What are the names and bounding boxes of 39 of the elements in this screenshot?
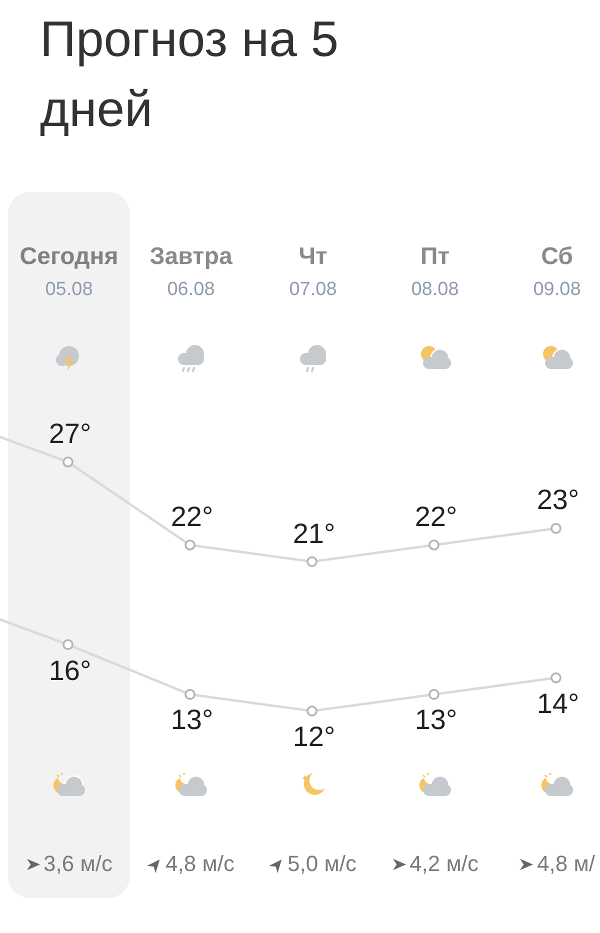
temperature-label: 16°	[48, 654, 92, 687]
temperature-label: 23°	[536, 484, 580, 516]
day-label[interactable]: Пт	[420, 242, 450, 272]
page-title: Прогноз на 5 дней	[40, 10, 340, 139]
wind-speed: 4,8 м/с	[166, 851, 234, 877]
data-point	[550, 523, 562, 534]
data-point	[184, 689, 196, 700]
day-label[interactable]: Сб	[541, 242, 573, 272]
temperature-label: 13°	[414, 704, 458, 736]
day-label[interactable]: Завтра	[150, 242, 232, 272]
temperature-label: 21°	[292, 518, 336, 550]
data-point	[306, 556, 318, 567]
wind-speed: 4,8 м/	[537, 851, 595, 877]
date-label: 06.08	[167, 278, 215, 302]
data-point	[62, 639, 74, 650]
temperature-label: 14°	[536, 688, 580, 720]
data-point	[428, 689, 440, 700]
data-point	[550, 672, 562, 684]
wind-arrow-icon	[519, 856, 534, 872]
date-label: 09.08	[533, 278, 581, 302]
date-label: 08.08	[411, 278, 459, 302]
data-point	[62, 456, 74, 468]
temperature-label: 27°	[48, 418, 92, 450]
day-label[interactable]: Чт	[298, 242, 328, 272]
temperature-label: 22°	[170, 501, 214, 533]
wind-speed: 4,2 м/с	[410, 851, 478, 877]
wind-speed: 3,6 м/с	[44, 851, 112, 877]
data-point	[306, 706, 318, 716]
data-point	[428, 540, 440, 550]
date-label: 07.08	[289, 278, 337, 302]
data-point	[184, 540, 196, 550]
wind-arrow-icon	[26, 856, 41, 872]
temperature-label: 12°	[292, 721, 336, 753]
temperature-label: 13°	[170, 704, 214, 736]
wind-arrow-icon	[392, 856, 407, 872]
temperature-label: 22°	[414, 501, 458, 533]
wind-speed: 5,0 м/с	[288, 851, 356, 877]
day-label[interactable]: Сегодня	[20, 242, 118, 272]
date-label: 05.08	[45, 278, 93, 302]
